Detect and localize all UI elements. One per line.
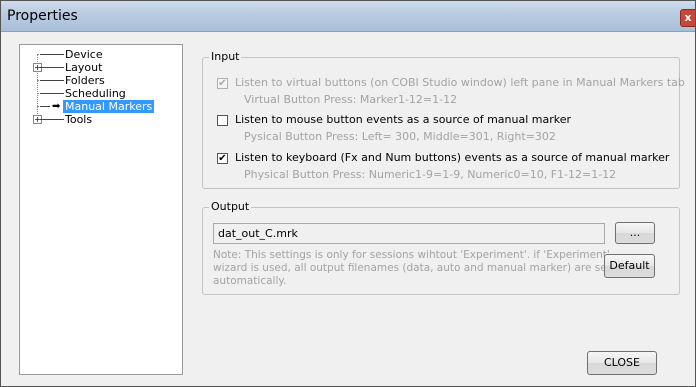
keyboard-events-checkbox[interactable]: ✔ [217, 153, 228, 164]
output-group-title: Output [209, 200, 252, 214]
mouse-events-label[interactable]: Listen to mouse button events as a sourc… [235, 113, 571, 126]
mouse-events-checkbox[interactable] [217, 115, 228, 126]
virtual-buttons-checkbox[interactable]: ✔ [217, 78, 228, 89]
tree-item-label: Folders [65, 74, 105, 87]
settings-tree[interactable]: Device + Layout Folders Scheduling ➡ Man… [19, 44, 183, 375]
properties-window: Properties x Device + Layout Folders Sch… [0, 0, 696, 387]
input-group: Input ✔ Listen to virtual buttons (on CO… [202, 50, 685, 189]
tree-item-label: Device [65, 48, 103, 61]
tree-item-manual-markers[interactable]: ➡ Manual Markers [20, 100, 180, 113]
tree-item-label: Tools [65, 113, 93, 126]
output-group: Output dat_out_C.mrk ... Note: This sett… [202, 200, 680, 295]
tree-item-folders[interactable]: Folders [20, 74, 180, 87]
tree-item-label: Layout [65, 61, 103, 74]
tree-item-layout[interactable]: + Layout [20, 61, 180, 74]
tree-item-tools[interactable]: + Tools [20, 113, 180, 126]
tree-branch-line [40, 106, 50, 107]
keyboard-events-description: Physical Button Press: Numeric1-9=1-9, N… [244, 168, 617, 181]
tree-branch-line [40, 54, 64, 55]
arrow-right-icon: ➡ [52, 101, 61, 112]
close-button[interactable]: CLOSE [587, 351, 657, 375]
browse-button[interactable]: ... [615, 222, 655, 244]
title-bar[interactable]: Properties x [1, 1, 695, 32]
tree-item-device[interactable]: Device [20, 48, 180, 61]
default-button[interactable]: Default [604, 254, 655, 278]
tree-item-label: Scheduling [65, 87, 126, 100]
dialog-client-area: Device + Layout Folders Scheduling ➡ Man… [5, 32, 691, 382]
tree-item-scheduling[interactable]: Scheduling [20, 87, 180, 100]
window-close-button[interactable]: x [680, 9, 695, 27]
output-note: Note: This settings is only for sessions… [213, 249, 611, 287]
tree-branch-line [40, 93, 64, 94]
tree-branch-line [40, 67, 64, 68]
tree-item-label: Manual Markers [63, 100, 155, 113]
virtual-buttons-description: Virtual Button Press: Marker1-12=1-12 [244, 93, 458, 106]
mouse-events-description: Pysical Button Press: Left= 300, Middle=… [244, 130, 556, 143]
input-group-title: Input [209, 50, 242, 64]
output-filename-field[interactable]: dat_out_C.mrk [213, 223, 605, 244]
tree-branch-line [40, 80, 64, 81]
keyboard-events-label[interactable]: Listen to keyboard (Fx and Num buttons) … [235, 151, 669, 164]
tree-branch-line [40, 119, 64, 120]
virtual-buttons-label: Listen to virtual buttons (on COBI Studi… [235, 76, 685, 89]
window-title: Properties [7, 8, 78, 24]
